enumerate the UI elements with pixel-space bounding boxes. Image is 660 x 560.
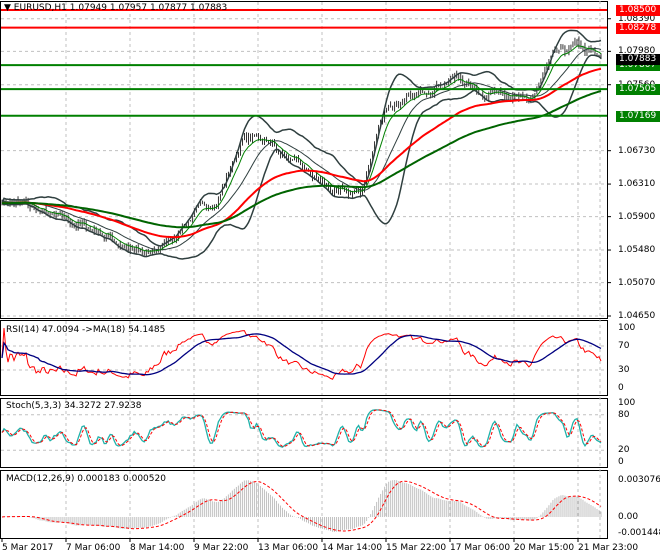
level-price-tag: 1.08278 — [616, 22, 660, 34]
rsi-axis-label: 100 — [618, 323, 636, 333]
rsi-axis-label: 0 — [618, 383, 624, 393]
symbol-label: EURUSD,H1 — [13, 3, 67, 13]
time-axis-label: 15 Mar 22:00 — [386, 543, 447, 553]
pane-main — [0, 1, 608, 319]
time-axis-label: 7 Mar 06:00 — [66, 543, 121, 553]
price-axis-label: 1.05900 — [618, 211, 656, 222]
time-axis-label: 14 Mar 14:00 — [322, 543, 383, 553]
time-axis-label: 21 Mar 23:00 — [578, 543, 639, 553]
rsi-axis-label: 70 — [618, 341, 630, 351]
time-axis-label: 9 Mar 22:00 — [194, 543, 249, 553]
macd-axis-label: -0.001448 — [618, 528, 660, 538]
time-axis-label: 13 Mar 06:00 — [258, 543, 319, 553]
time-axis-label: 17 Mar 06:00 — [450, 543, 511, 553]
ohlc-values: 1.07949 1.07957 1.07877 1.07883 — [69, 3, 228, 13]
rsi-axis-label: 30 — [618, 365, 630, 375]
price-axis-label: 1.06730 — [618, 145, 656, 156]
level-price-tag: 1.07505 — [616, 84, 660, 96]
rsi-title: RSI(14) 47.0094 ->MA(18) 54.1485 — [6, 325, 166, 335]
macd-axis-label: 0.003076 — [618, 475, 660, 485]
stoch-axis-label: 100 — [618, 398, 636, 408]
stoch-axis-label: 20 — [618, 445, 630, 456]
time-axis-label: 20 Mar 15:00 — [514, 543, 575, 553]
price-axis-label: 1.05070 — [618, 277, 656, 288]
macd-title: MACD(12,26,9) 0.000183 0.000520 — [6, 474, 166, 484]
time-axis-label: 5 Mar 2017 — [2, 543, 54, 553]
macd-axis-label: 0.00 — [618, 512, 639, 522]
stoch-axis-label: 0 — [618, 457, 624, 467]
price-axis-label: 1.05480 — [618, 245, 656, 256]
chart-header: ▼ EURUSD,H1 1.07949 1.07957 1.07877 1.07… — [4, 3, 227, 13]
stoch-axis-label: 80 — [618, 409, 630, 420]
level-price-tag: 1.08500 — [616, 5, 660, 16]
collapse-triangle-icon[interactable]: ▼ — [4, 3, 11, 13]
price-axis-label: 1.06310 — [618, 179, 656, 190]
price-axis-label: 1.04650 — [618, 311, 656, 321]
current-price-tag: 1.07883 — [616, 54, 660, 66]
level-price-tag: 1.07169 — [616, 110, 660, 122]
stoch-title: Stoch(5,3,3) 34.3272 27.9238 — [6, 401, 142, 411]
time-axis-label: 8 Mar 14:00 — [130, 543, 185, 553]
